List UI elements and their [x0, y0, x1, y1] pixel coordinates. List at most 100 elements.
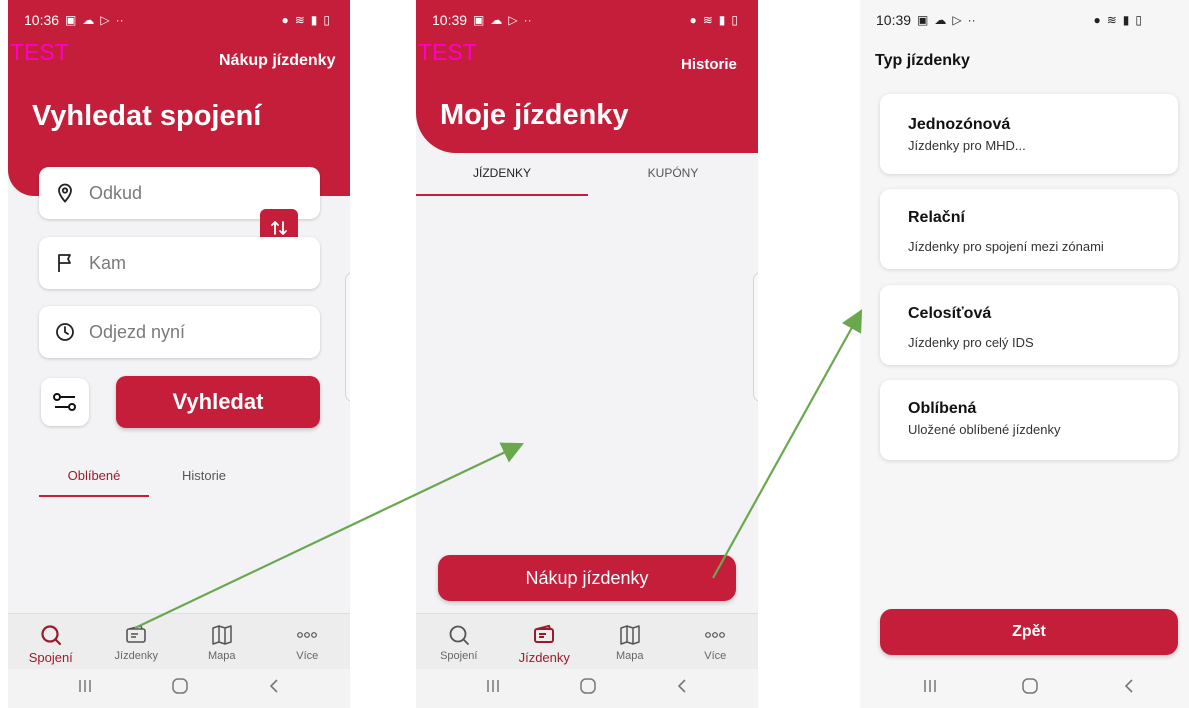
card-title: Celosíťová [908, 305, 992, 322]
sliders-icon [53, 393, 76, 411]
search-icon [40, 623, 62, 647]
recents-icon[interactable] [922, 678, 938, 699]
test-label: TEST [418, 39, 477, 65]
page-title: Typ jízdenky [875, 52, 970, 69]
location-icon: ● [689, 13, 697, 27]
signal-icon: ▮ [310, 13, 318, 27]
tab-favorites[interactable]: Oblíbené [39, 468, 149, 483]
ticket-type-card-favorite[interactable]: Oblíbená Uložené oblíbené jízdenky [880, 380, 1178, 460]
nav-more[interactable]: Více [673, 614, 759, 669]
system-navigation [880, 669, 1178, 708]
page-title: Moje jízdenky [440, 99, 629, 131]
page-title: Vyhledat spojení [32, 100, 262, 132]
search-icon [448, 623, 470, 647]
history-link[interactable]: Historie [681, 56, 737, 73]
active-tab-indicator [416, 194, 588, 196]
location-icon: ● [281, 13, 289, 27]
bottom-navigation: Spojení Jízdenky Mapa Více [416, 613, 758, 669]
wifi-icon: ≋ [1106, 13, 1117, 27]
tab-history[interactable]: Historie [154, 468, 254, 483]
bottom-navigation: Spojení Jízdenky Mapa Více [8, 613, 350, 669]
buy-ticket-link[interactable]: Nákup jízdenky [219, 52, 335, 70]
ticket-type-card-relational[interactable]: Relační Jízdenky pro spojení mezi zónami [880, 189, 1178, 269]
home-icon[interactable] [1021, 677, 1039, 700]
filter-button[interactable] [41, 378, 89, 426]
more-dots-icon: ·· [523, 13, 532, 27]
search-button[interactable]: Vyhledat [116, 376, 320, 428]
map-icon [211, 623, 233, 647]
screen-ticket-type: 10:39 ▣ ☁ ▷ ·· ● ≋ ▮ ▯ Typ jízdenky Jedn… [860, 0, 1189, 708]
signal-icon: ▮ [718, 13, 726, 27]
to-input[interactable]: Kam [39, 237, 320, 289]
nav-connections[interactable]: Spojení [416, 614, 502, 669]
card-subtitle: Uložené oblíbené jízdenky [908, 422, 1061, 437]
wifi-icon: ≋ [294, 13, 305, 27]
card-subtitle: Jízdenky pro MHD... [908, 138, 1026, 153]
nav-label: Spojení [28, 650, 73, 665]
card-title: Relační [908, 209, 965, 226]
status-bar: 10:36 ▣ ☁ ▷ ·· ● ≋ ▮ ▯ [8, 0, 350, 40]
buy-ticket-button[interactable]: Nákup jízdenky [438, 555, 736, 601]
test-label: TEST [10, 39, 69, 65]
nav-label: Mapa [615, 650, 644, 662]
back-icon[interactable] [1122, 678, 1136, 699]
nav-label: Jízdenky [114, 650, 158, 662]
signal-icon: ▮ [1122, 13, 1130, 27]
nav-map[interactable]: Mapa [587, 614, 673, 669]
nav-connections[interactable]: Spojení [8, 614, 94, 669]
screen-search-connection: 10:36 ▣ ☁ ▷ ·· ● ≋ ▮ ▯ TEST Nákup jízden… [8, 0, 350, 708]
cloud-icon: ☁ [82, 13, 95, 27]
cloud-icon: ☁ [490, 13, 503, 27]
card-title: Jednozónová [908, 116, 1011, 133]
status-time: 10:39 [432, 12, 468, 28]
ticket-type-card-single-zone[interactable]: Jednozónová Jízdenky pro MHD... [880, 94, 1178, 174]
nav-label: Spojení [440, 650, 478, 662]
back-button[interactable]: Zpět [880, 609, 1178, 655]
screen-my-tickets: 10:39 ▣ ☁ ▷ ·· ● ≋ ▮ ▯ TEST Historie Moj… [416, 0, 758, 708]
ticket-icon [532, 623, 556, 647]
nav-more[interactable]: Více [265, 614, 351, 669]
system-navigation [416, 669, 758, 708]
nav-label: Více [296, 650, 319, 662]
side-panel-handle[interactable] [753, 272, 758, 402]
side-panel-handle[interactable] [345, 272, 350, 402]
home-icon[interactable] [579, 677, 597, 700]
recents-icon[interactable] [77, 678, 93, 699]
more-icon [296, 623, 318, 647]
nav-tickets[interactable]: Jízdenky [94, 614, 180, 669]
location-icon: ● [1093, 13, 1101, 27]
tab-tickets[interactable]: JÍZDENKY [416, 166, 588, 180]
wifi-icon: ≋ [702, 13, 713, 27]
nav-map[interactable]: Mapa [179, 614, 265, 669]
battery-icon: ▯ [731, 13, 738, 27]
from-placeholder: Odkud [89, 182, 143, 203]
location-pin-icon [55, 183, 75, 203]
nav-label: Více [704, 650, 727, 662]
battery-icon: ▯ [323, 13, 330, 27]
ticket-icon [124, 623, 148, 647]
tab-coupons[interactable]: KUPÓNY [588, 166, 758, 180]
back-icon[interactable] [675, 678, 689, 699]
more-icon [704, 623, 726, 647]
status-bar: 10:39 ▣ ☁ ▷ ·· ● ≋ ▮ ▯ [416, 0, 758, 40]
gallery-icon: ▣ [65, 13, 77, 27]
swap-arrows-icon [271, 220, 287, 235]
status-time: 10:36 [24, 12, 60, 28]
recents-icon[interactable] [485, 678, 501, 699]
active-tab-indicator [39, 495, 149, 497]
more-dots-icon: ·· [115, 13, 124, 27]
more-dots-icon: ·· [967, 13, 976, 27]
gallery-icon: ▣ [917, 13, 929, 27]
nav-label: Jízdenky [518, 650, 570, 665]
departure-placeholder: Odjezd nyní [89, 321, 186, 342]
departure-time-input[interactable]: Odjezd nyní [39, 306, 320, 358]
nav-tickets[interactable]: Jízdenky [502, 614, 588, 669]
clock-icon [55, 322, 75, 342]
home-icon[interactable] [171, 677, 189, 700]
gallery-icon: ▣ [473, 13, 485, 27]
battery-icon: ▯ [1135, 13, 1142, 27]
map-icon [619, 623, 641, 647]
ticket-type-card-network[interactable]: Celosíťová Jízdenky pro celý IDS [880, 285, 1178, 365]
to-placeholder: Kam [89, 252, 127, 273]
back-icon[interactable] [267, 678, 281, 699]
